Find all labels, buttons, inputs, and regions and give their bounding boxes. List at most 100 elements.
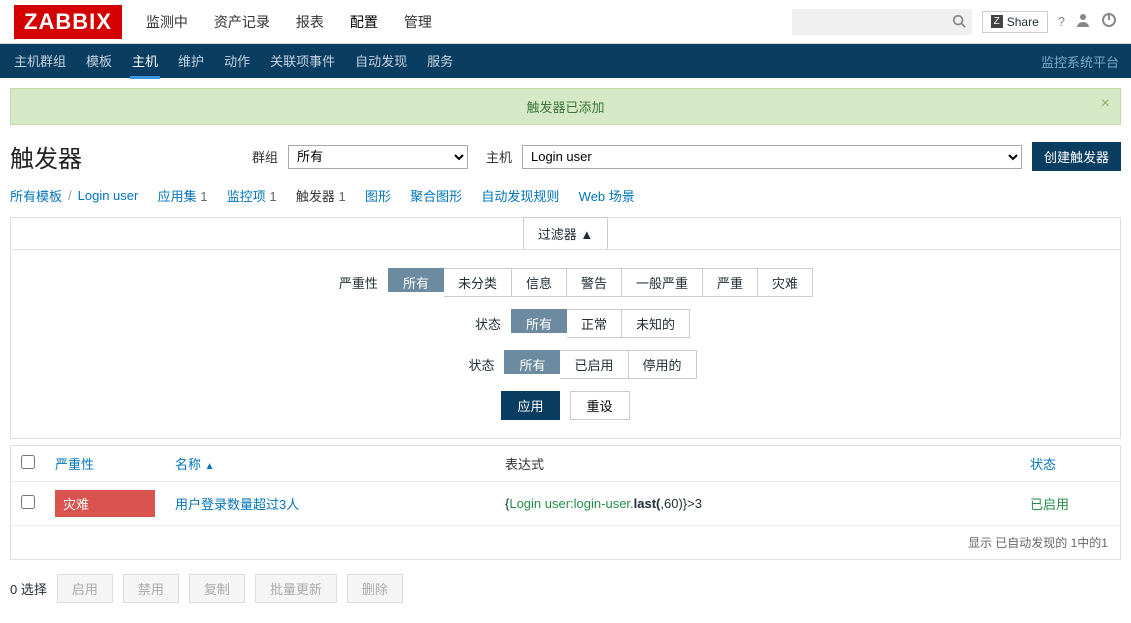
apply-button[interactable]: 应用 — [501, 391, 559, 420]
table-footer: 显示 已自动发现的 1中的1 — [11, 526, 1120, 559]
search-input[interactable] — [792, 9, 972, 35]
status-enabled-link[interactable]: 已启用 — [1030, 497, 1069, 512]
bc-host[interactable]: Login user — [78, 188, 139, 203]
topnav-administration[interactable]: 管理 — [400, 2, 436, 42]
sev-high[interactable]: 严重 — [703, 268, 758, 297]
sub-bar: 主机群组 模板 主机 维护 动作 关联项事件 自动发现 服务 监控系统平台 — [0, 44, 1131, 78]
header-row: 触发器 群组 所有 主机 Login user 创建触发器 — [10, 139, 1121, 174]
page-title: 触发器 — [10, 139, 82, 174]
bc-sep: / — [68, 188, 72, 203]
filter-label-state: 状态 — [441, 314, 501, 333]
state-unknown[interactable]: 未知的 — [622, 309, 690, 338]
subnav-hostgroups[interactable]: 主机群组 — [12, 43, 68, 79]
top-bar: ZABBIX 监测中 资产记录 报表 配置 管理 Z Share ? — [0, 0, 1131, 44]
copy-button[interactable]: 复制 — [189, 574, 245, 603]
check-all[interactable] — [21, 455, 35, 469]
host-label: 主机 — [486, 147, 512, 166]
subnav-services[interactable]: 服务 — [425, 43, 455, 79]
col-name[interactable]: 名称 ▲ — [165, 446, 495, 482]
help-icon[interactable]: ? — [1058, 14, 1065, 29]
group-label: 群组 — [252, 147, 278, 166]
share-button[interactable]: Z Share — [982, 11, 1048, 33]
filter-row-status: 状态 所有 已启用 停用的 — [434, 350, 696, 379]
status-enabled[interactable]: 已启用 — [560, 350, 628, 379]
content: 触发器已添加 × 触发器 群组 所有 主机 Login user 创建触发器 所… — [0, 78, 1131, 623]
enable-button[interactable]: 启用 — [57, 574, 113, 603]
alert-success: 触发器已添加 × — [10, 88, 1121, 125]
col-status[interactable]: 状态 — [1020, 446, 1120, 482]
zabbix-badge-icon: Z — [991, 15, 1003, 28]
reset-button[interactable]: 重设 — [570, 391, 630, 420]
bottom-actions: 0 选择 启用 禁用 复制 批量更新 删除 — [10, 574, 1121, 603]
sev-average[interactable]: 一般严重 — [622, 268, 703, 297]
trigger-name-link[interactable]: 用户登录数量超过3人 — [175, 497, 299, 512]
user-icon[interactable] — [1075, 12, 1091, 31]
subnav-maintenance[interactable]: 维护 — [176, 43, 206, 79]
topnav-monitoring[interactable]: 监测中 — [142, 2, 192, 42]
sev-warning[interactable]: 警告 — [567, 268, 622, 297]
filter-row-severity: 严重性 所有 未分类 信息 警告 一般严重 严重 灾难 — [318, 268, 813, 297]
delete-button[interactable]: 删除 — [347, 574, 403, 603]
sort-asc-icon: ▲ — [205, 461, 215, 472]
sev-info[interactable]: 信息 — [512, 268, 567, 297]
search-icon[interactable] — [952, 14, 966, 31]
bc-graphs[interactable]: 图形 — [365, 186, 391, 205]
subbar-platform-label: 监控系统平台 — [1041, 52, 1119, 71]
sev-disaster[interactable]: 灾难 — [758, 268, 813, 297]
create-trigger-button[interactable]: 创建触发器 — [1032, 142, 1121, 171]
filter-tab-row: 过滤器 ▲ — [11, 218, 1120, 250]
sev-notclassified[interactable]: 未分类 — [444, 268, 512, 297]
topnav-inventory[interactable]: 资产记录 — [210, 2, 274, 42]
selected-count: 0 选择 — [10, 579, 47, 598]
top-nav: 监测中 资产记录 报表 配置 管理 — [142, 2, 436, 42]
subnav-actions[interactable]: 动作 — [222, 43, 252, 79]
group-select[interactable]: 所有 — [288, 145, 468, 169]
state-normal[interactable]: 正常 — [567, 309, 622, 338]
subnav-hosts[interactable]: 主机 — [130, 43, 160, 79]
filter-label-severity: 严重性 — [318, 273, 378, 292]
topnav-reports[interactable]: 报表 — [292, 2, 328, 42]
state-group: 所有 正常 未知的 — [511, 309, 690, 338]
logo[interactable]: ZABBIX — [14, 5, 122, 39]
host-select[interactable]: Login user — [522, 145, 1022, 169]
filter-row-state: 状态 所有 正常 未知的 — [441, 309, 690, 338]
row-checkbox[interactable] — [21, 495, 35, 509]
col-expression: 表达式 — [495, 446, 1020, 482]
expression-cell: {Login user:login-user.last(,60)}>3 — [495, 482, 1020, 526]
bc-screens[interactable]: 聚合图形 — [410, 186, 462, 205]
bc-triggers[interactable]: 触发器 1 — [296, 186, 346, 205]
state-all[interactable]: 所有 — [511, 309, 567, 333]
close-icon[interactable]: × — [1101, 95, 1110, 113]
massupdate-button[interactable]: 批量更新 — [255, 574, 337, 603]
bc-all-templates[interactable]: 所有模板 — [10, 186, 62, 205]
search-box — [792, 9, 972, 35]
bc-discovery-rules[interactable]: 自动发现规则 — [481, 186, 559, 205]
status-all[interactable]: 所有 — [504, 350, 560, 374]
triggers-table-wrap: 严重性 名称 ▲ 表达式 状态 灾难 用户登录数量超过3人 {Login use… — [10, 445, 1121, 560]
sub-nav: 主机群组 模板 主机 维护 动作 关联项事件 自动发现 服务 — [12, 43, 455, 79]
status-group: 所有 已启用 停用的 — [504, 350, 696, 379]
filter-label-status: 状态 — [434, 355, 494, 374]
severity-badge: 灾难 — [55, 490, 155, 517]
filter-actions: 应用 重设 — [501, 391, 629, 420]
share-label: Share — [1007, 15, 1039, 29]
filter-body: 严重性 所有 未分类 信息 警告 一般严重 严重 灾难 状态 所有 正常 未知的 — [11, 250, 1120, 438]
top-bar-right: Z Share ? — [792, 9, 1131, 35]
subnav-correlation[interactable]: 关联项事件 — [268, 43, 337, 79]
severity-group: 所有 未分类 信息 警告 一般严重 严重 灾难 — [388, 268, 813, 297]
topnav-configuration[interactable]: 配置 — [346, 2, 382, 42]
table-row: 灾难 用户登录数量超过3人 {Login user:login-user.las… — [11, 482, 1120, 526]
status-disabled[interactable]: 停用的 — [629, 350, 697, 379]
expression-host-link[interactable]: Login user:login-user. — [509, 496, 633, 511]
filter-toggle-tab[interactable]: 过滤器 ▲ — [523, 217, 608, 249]
sev-all[interactable]: 所有 — [388, 268, 444, 292]
bc-applications[interactable]: 应用集 1 — [158, 186, 208, 205]
col-severity[interactable]: 严重性 — [45, 446, 165, 482]
breadcrumb: 所有模板 / Login user 应用集 1 监控项 1 触发器 1 图形 聚… — [10, 186, 1121, 205]
disable-button[interactable]: 禁用 — [123, 574, 179, 603]
power-icon[interactable] — [1101, 12, 1117, 31]
subnav-discovery[interactable]: 自动发现 — [353, 43, 409, 79]
bc-items[interactable]: 监控项 1 — [227, 186, 277, 205]
bc-web[interactable]: Web 场景 — [579, 186, 635, 205]
subnav-templates[interactable]: 模板 — [84, 43, 114, 79]
